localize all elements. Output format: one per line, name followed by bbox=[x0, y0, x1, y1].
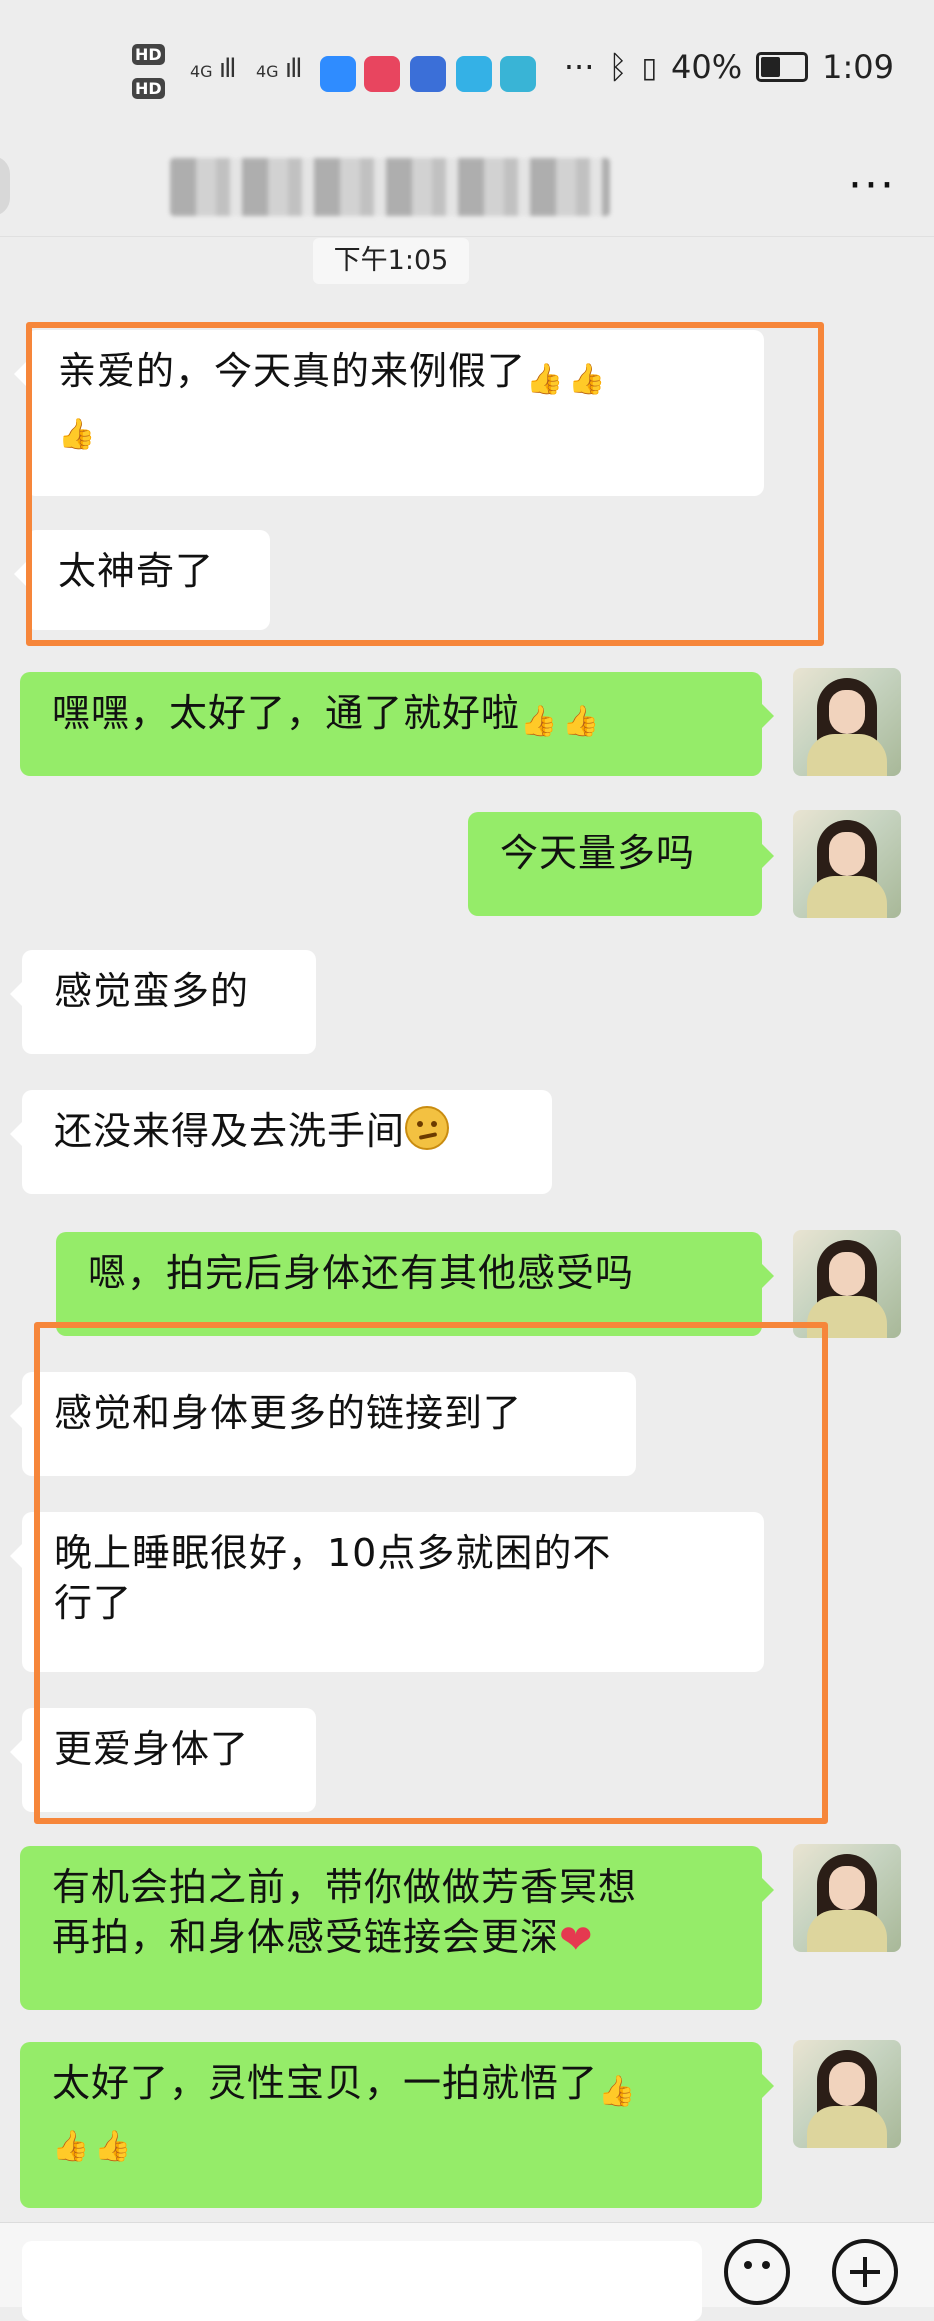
message-bubble[interactable]: 感觉蛮多的 bbox=[10, 950, 316, 1054]
sim1-hd-badge: HD bbox=[132, 44, 165, 65]
thumbs-up-icon bbox=[94, 2126, 136, 2168]
message-bubble[interactable]: 太好了，灵性宝贝，一拍就悟了 bbox=[20, 2042, 774, 2208]
thumbs-up-icon bbox=[520, 701, 562, 743]
emoji-icon[interactable] bbox=[724, 2239, 790, 2305]
chat-header: ··· bbox=[0, 140, 934, 237]
heart-icon bbox=[559, 1915, 594, 1965]
weather-app-icon bbox=[456, 56, 492, 92]
vibrate-icon: ▯ bbox=[641, 50, 658, 84]
app-notification-icon bbox=[320, 56, 356, 92]
clock: 1:09 bbox=[822, 48, 894, 86]
message-bubble[interactable]: 还没来得及去洗手间 bbox=[10, 1090, 552, 1194]
sim2-hd-badge: HD bbox=[132, 78, 165, 99]
avatar[interactable] bbox=[793, 668, 901, 776]
thumbs-up-icon bbox=[598, 2071, 640, 2113]
message-bubble[interactable]: 今天量多吗 bbox=[468, 812, 774, 916]
reader-app-icon bbox=[500, 56, 536, 92]
status-bar: HD HD 4G ıll 4G ıll ··· ᛒ ▯ 40% 1:09 bbox=[0, 0, 934, 140]
message-input[interactable] bbox=[22, 2241, 702, 2321]
thumbs-up-icon bbox=[562, 701, 604, 743]
input-bar bbox=[0, 2222, 934, 2321]
message-bubble[interactable]: 有机会拍之前，带你做做芳香冥想 再拍，和身体感受链接会更深 bbox=[20, 1846, 774, 2010]
bluetooth-icon: ᛒ bbox=[608, 48, 628, 86]
avatar[interactable] bbox=[793, 810, 901, 918]
chat-timestamp: 下午1:05 bbox=[313, 238, 469, 284]
contact-name-blurred bbox=[170, 158, 610, 216]
highlight-box bbox=[26, 322, 824, 646]
signal-1: 4G ıll bbox=[190, 54, 237, 84]
battery-icon bbox=[756, 52, 809, 82]
thumbs-up-icon bbox=[52, 2126, 94, 2168]
more-options-button[interactable]: ··· bbox=[848, 160, 896, 211]
signal-2: 4G ıll bbox=[256, 54, 303, 84]
browser-app-icon bbox=[410, 56, 446, 92]
avatar[interactable] bbox=[793, 2040, 901, 2148]
status-right: ··· ᛒ ▯ 40% 1:09 bbox=[564, 48, 894, 86]
highlight-box bbox=[34, 1322, 828, 1824]
plus-icon[interactable] bbox=[832, 2239, 898, 2305]
message-bubble[interactable]: 嗯，拍完后身体还有其他感受吗 bbox=[56, 1232, 774, 1336]
thinking-face-icon bbox=[405, 1106, 450, 1150]
more-notifications-icon: ··· bbox=[563, 48, 595, 86]
back-button[interactable] bbox=[0, 156, 10, 216]
message-bubble[interactable]: 嘿嘿，太好了，通了就好啦 bbox=[20, 672, 774, 776]
avatar[interactable] bbox=[793, 1844, 901, 1952]
battery-percent: 40% bbox=[671, 48, 743, 86]
video-app-icon bbox=[364, 56, 400, 92]
